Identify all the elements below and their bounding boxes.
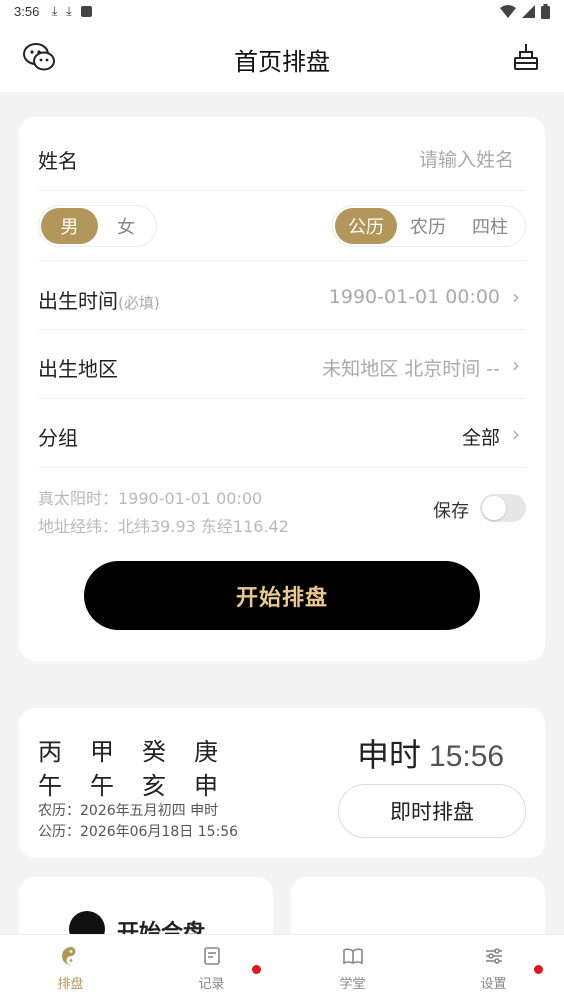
birth-time-value: 1990-01-01 00:00 xyxy=(328,286,500,308)
shichen-name: 申时 xyxy=(357,736,422,774)
notification-badge xyxy=(252,965,261,974)
gender-option-female[interactable]: 女 xyxy=(98,208,154,244)
heavenly-stems: 丙 甲 癸 庚 xyxy=(38,732,246,767)
bottom-tab-bar: 排盘 记录 学堂 设置 xyxy=(0,934,564,1004)
gender-selector[interactable]: 男 女 xyxy=(38,205,157,247)
current-time-card: 丙 甲 癸 庚 午 午 亥 申 农历：2026年五月初四 申时 公历：2026年… xyxy=(19,708,545,858)
save-label: 保存 xyxy=(433,501,469,522)
chevron-right-icon: › xyxy=(512,285,520,309)
stem-month: 甲 xyxy=(90,738,114,766)
birth-time-row[interactable]: 出生时间(必填) 1990-01-01 00:00 › xyxy=(38,261,526,330)
name-label: 姓名 xyxy=(38,149,78,173)
tab-paipan[interactable]: 排盘 xyxy=(0,935,141,1004)
save-toggle[interactable] xyxy=(480,494,526,522)
stem-year: 丙 xyxy=(38,738,62,766)
birth-region-value: 未知地区 北京时间 -- xyxy=(322,358,500,380)
sliders-icon xyxy=(485,948,502,964)
branch-year: 午 xyxy=(38,772,62,800)
yin-yang-icon xyxy=(61,947,80,965)
chart-input-card: 姓名 请输入姓名 男 女 公历 农历 四柱 出生时间(必填) 1990-01-0… xyxy=(19,117,545,661)
name-input[interactable]: 请输入姓名 xyxy=(419,145,514,172)
start-chart-button[interactable]: 开始排盘 xyxy=(84,561,480,630)
a-box-icon xyxy=(80,6,92,17)
calendar-option-solar[interactable]: 公历 xyxy=(335,208,397,244)
birth-time-label: 出生时间(必填) xyxy=(38,289,160,313)
current-clock: 15:56 xyxy=(429,740,505,773)
page-title: 首页排盘 xyxy=(234,48,330,76)
group-value: 全部 xyxy=(461,427,500,449)
earthly-branches: 午 午 亥 申 xyxy=(38,766,246,801)
birth-time-required-hint: (必填) xyxy=(118,294,160,312)
birthday-cake-icon[interactable] xyxy=(512,42,540,72)
current-shichen: 申时 15:56 xyxy=(357,730,504,776)
group-row[interactable]: 分组 全部 › xyxy=(38,399,526,468)
tab-label: 记录 xyxy=(198,977,225,992)
book-icon xyxy=(342,948,363,965)
stem-hour: 庚 xyxy=(194,738,218,766)
instant-chart-button[interactable]: 即时排盘 xyxy=(338,784,526,838)
status-time: 3:56 xyxy=(14,4,40,19)
birth-region-row[interactable]: 出生地区 未知地区 北京时间 -- › xyxy=(38,330,526,399)
toggle-knob xyxy=(482,496,506,520)
tab-academy[interactable]: 学堂 xyxy=(282,935,423,1004)
chevron-right-icon: › xyxy=(512,422,520,446)
battery-icon xyxy=(541,4,550,19)
chevron-right-icon: › xyxy=(512,353,520,377)
app-header: 首页排盘 xyxy=(0,24,564,92)
gender-option-male[interactable]: 男 xyxy=(41,208,98,244)
tab-label: 排盘 xyxy=(57,977,84,992)
notes-icon xyxy=(203,947,220,965)
stem-day: 癸 xyxy=(142,738,166,766)
signal-icon xyxy=(522,5,535,18)
calendar-option-four-pillars[interactable]: 四柱 xyxy=(459,208,521,244)
status-system-icons xyxy=(500,4,550,19)
wifi-icon xyxy=(500,5,516,18)
branch-hour: 申 xyxy=(194,772,218,800)
true-solar-time: 真太阳时：1990-01-01 00:00 xyxy=(38,489,263,508)
tab-settings[interactable]: 设置 xyxy=(423,935,564,1004)
download-icon: ⤓ xyxy=(66,4,72,18)
status-notification-icons: ⤓ ⤓ xyxy=(52,4,92,19)
name-row[interactable]: 姓名 请输入姓名 xyxy=(38,117,526,191)
tab-label: 设置 xyxy=(480,977,507,992)
status-bar: 3:56 ⤓ ⤓ xyxy=(0,0,564,24)
tab-label: 学堂 xyxy=(339,977,366,992)
branch-month: 午 xyxy=(90,772,114,800)
calendar-type-selector[interactable]: 公历 农历 四柱 xyxy=(332,205,526,247)
calendar-option-lunar[interactable]: 农历 xyxy=(397,208,459,244)
download-icon: ⤓ xyxy=(52,4,58,18)
birth-region-label: 出生地区 xyxy=(38,357,118,381)
lunar-date: 农历：2026年五月初四 申时 xyxy=(38,803,219,819)
address-coordinates: 地址经纬：北纬39.93 东经116.42 xyxy=(38,517,289,536)
notification-badge xyxy=(534,965,543,974)
tab-records[interactable]: 记录 xyxy=(141,935,282,1004)
branch-day: 亥 xyxy=(142,772,166,800)
group-label: 分组 xyxy=(38,426,78,450)
solar-date: 公历：2026年06月18日 15:56 xyxy=(38,824,239,840)
